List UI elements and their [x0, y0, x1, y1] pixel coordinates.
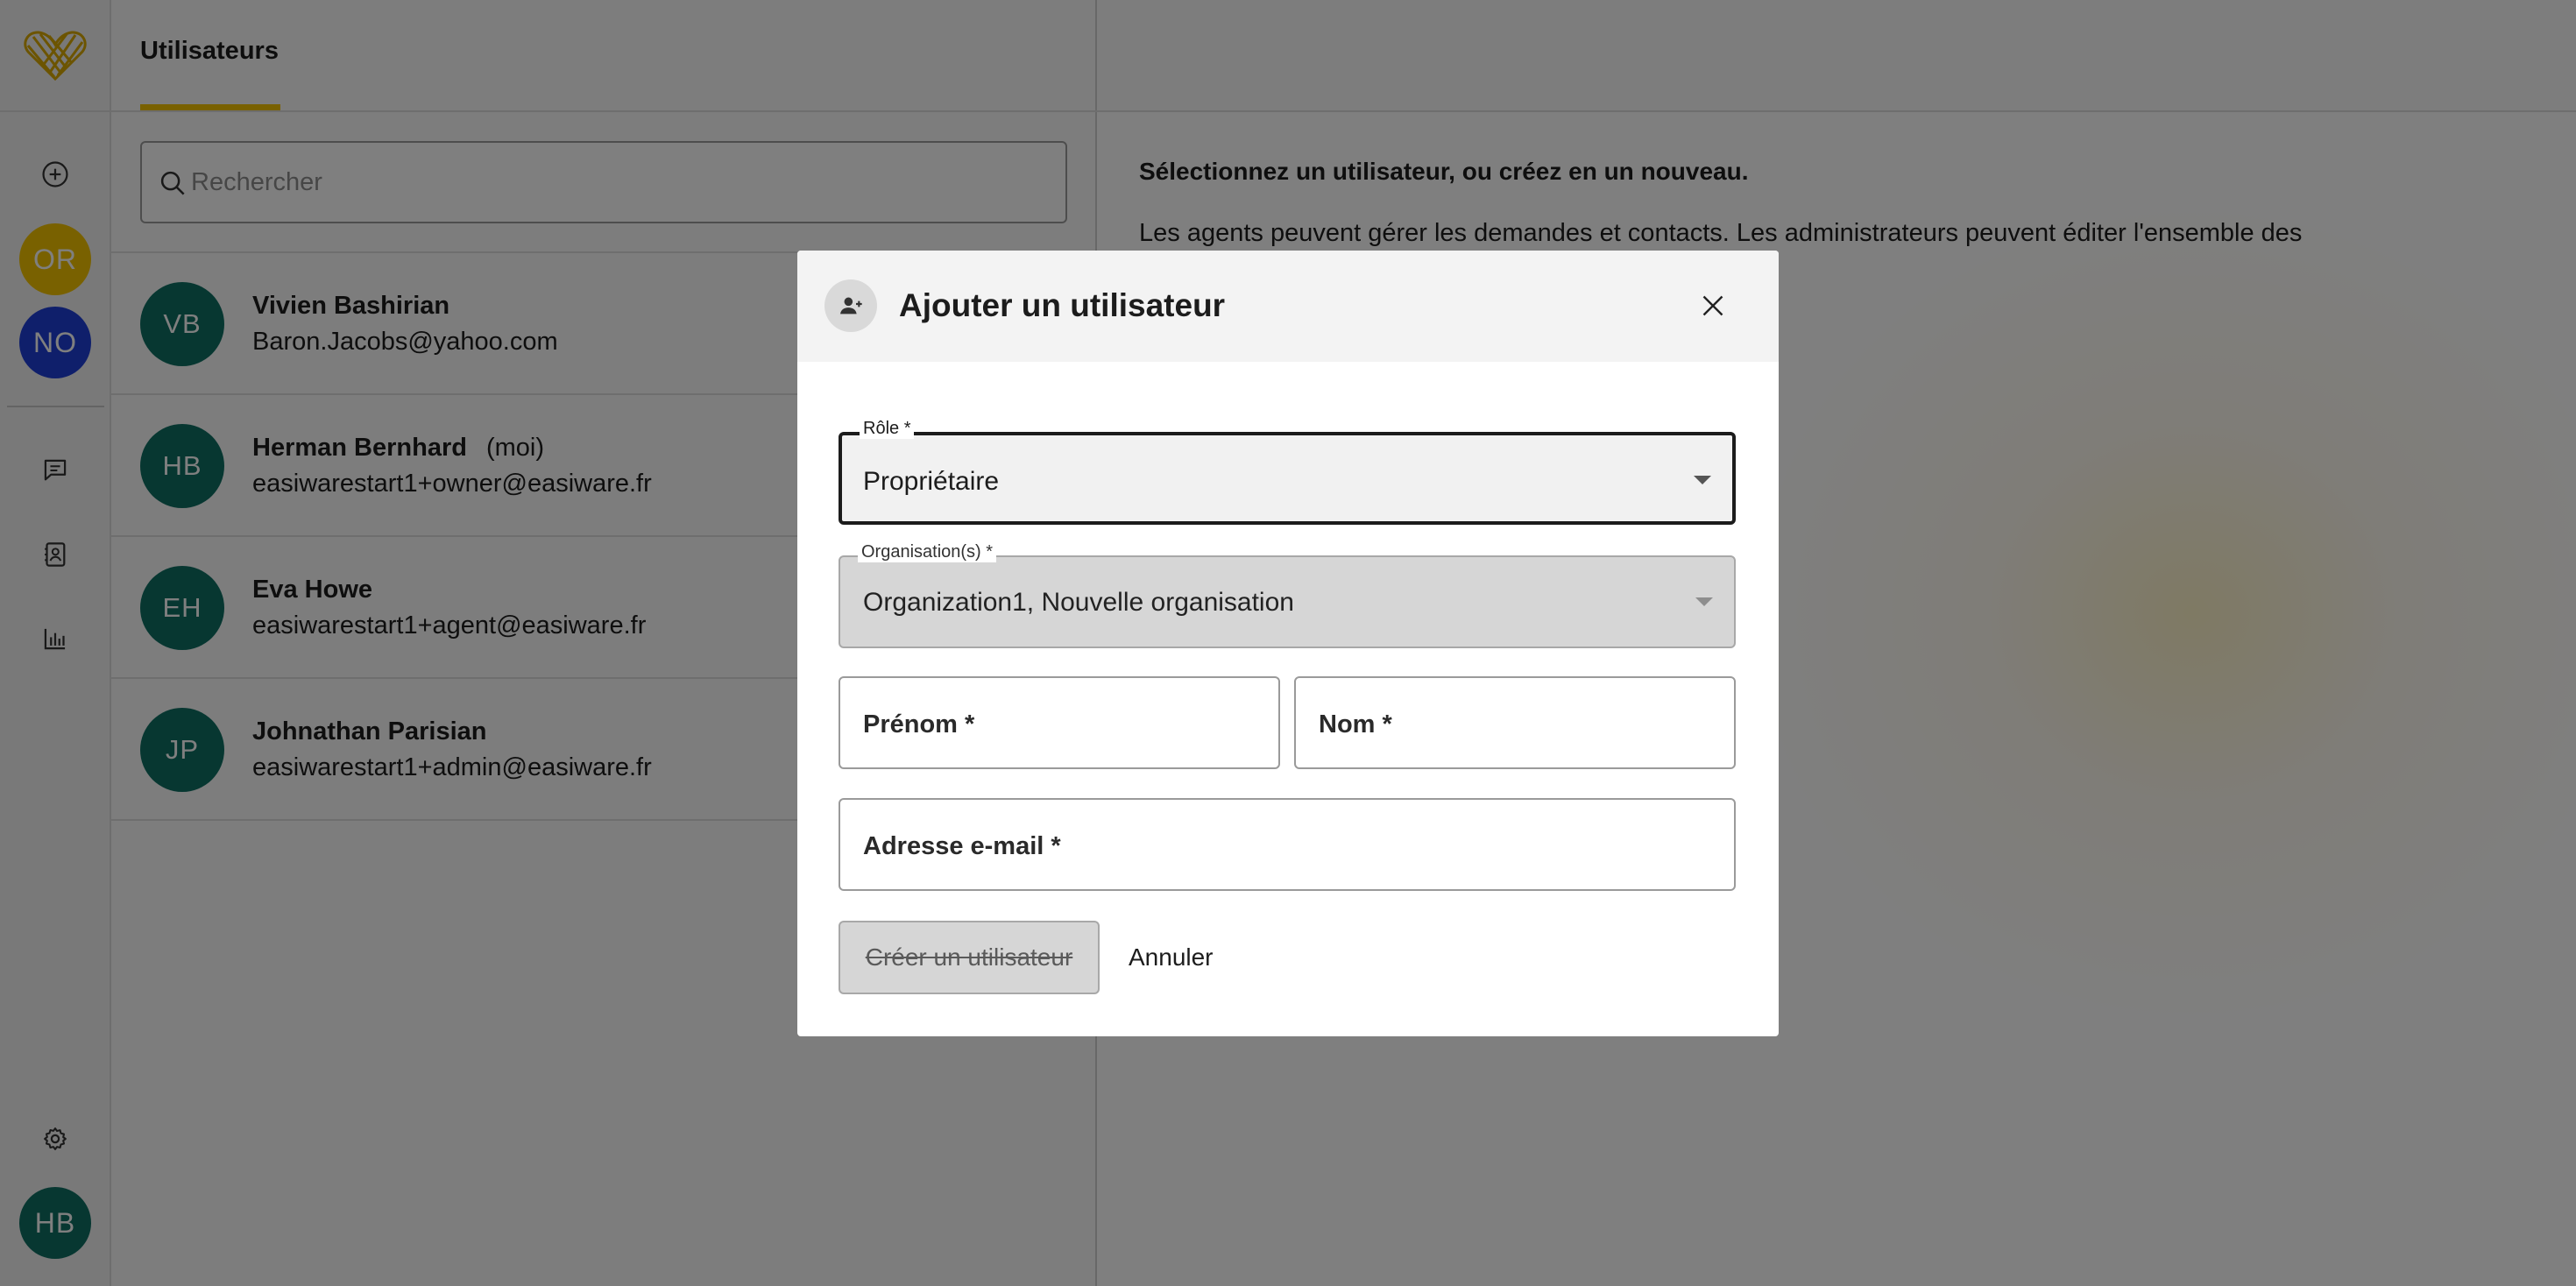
close-icon[interactable] — [1691, 284, 1735, 328]
first-name-field[interactable]: Prénom * — [839, 676, 1280, 769]
last-name-field[interactable]: Nom * — [1294, 676, 1736, 769]
cancel-button[interactable]: Annuler — [1129, 921, 1214, 994]
last-name-placeholder: Nom * — [1319, 710, 1392, 738]
role-select[interactable]: Rôle * Propriétaire — [839, 418, 1736, 525]
add-user-dialog: Ajouter un utilisateur Rôle * Propriétai… — [797, 251, 1779, 1036]
chevron-down-icon — [1694, 476, 1711, 484]
first-name-placeholder: Prénom * — [863, 710, 975, 738]
create-user-button[interactable]: Créer un utilisateur — [839, 921, 1100, 994]
role-label: Rôle * — [860, 418, 915, 439]
organisation-select[interactable]: Organisation(s) * Organization1, Nouvell… — [839, 541, 1736, 648]
dialog-title: Ajouter un utilisateur — [899, 287, 1226, 323]
email-field[interactable]: Adresse e-mail * — [839, 798, 1736, 891]
add-user-icon — [824, 279, 877, 332]
chevron-down-icon — [1695, 597, 1713, 606]
role-value: Propriétaire — [863, 467, 1000, 496]
dialog-header: Ajouter un utilisateur — [797, 251, 1779, 362]
email-placeholder: Adresse e-mail * — [863, 832, 1061, 860]
organisation-label: Organisation(s) * — [858, 541, 997, 562]
organisation-value: Organization1, Nouvelle organisation — [863, 588, 1294, 617]
